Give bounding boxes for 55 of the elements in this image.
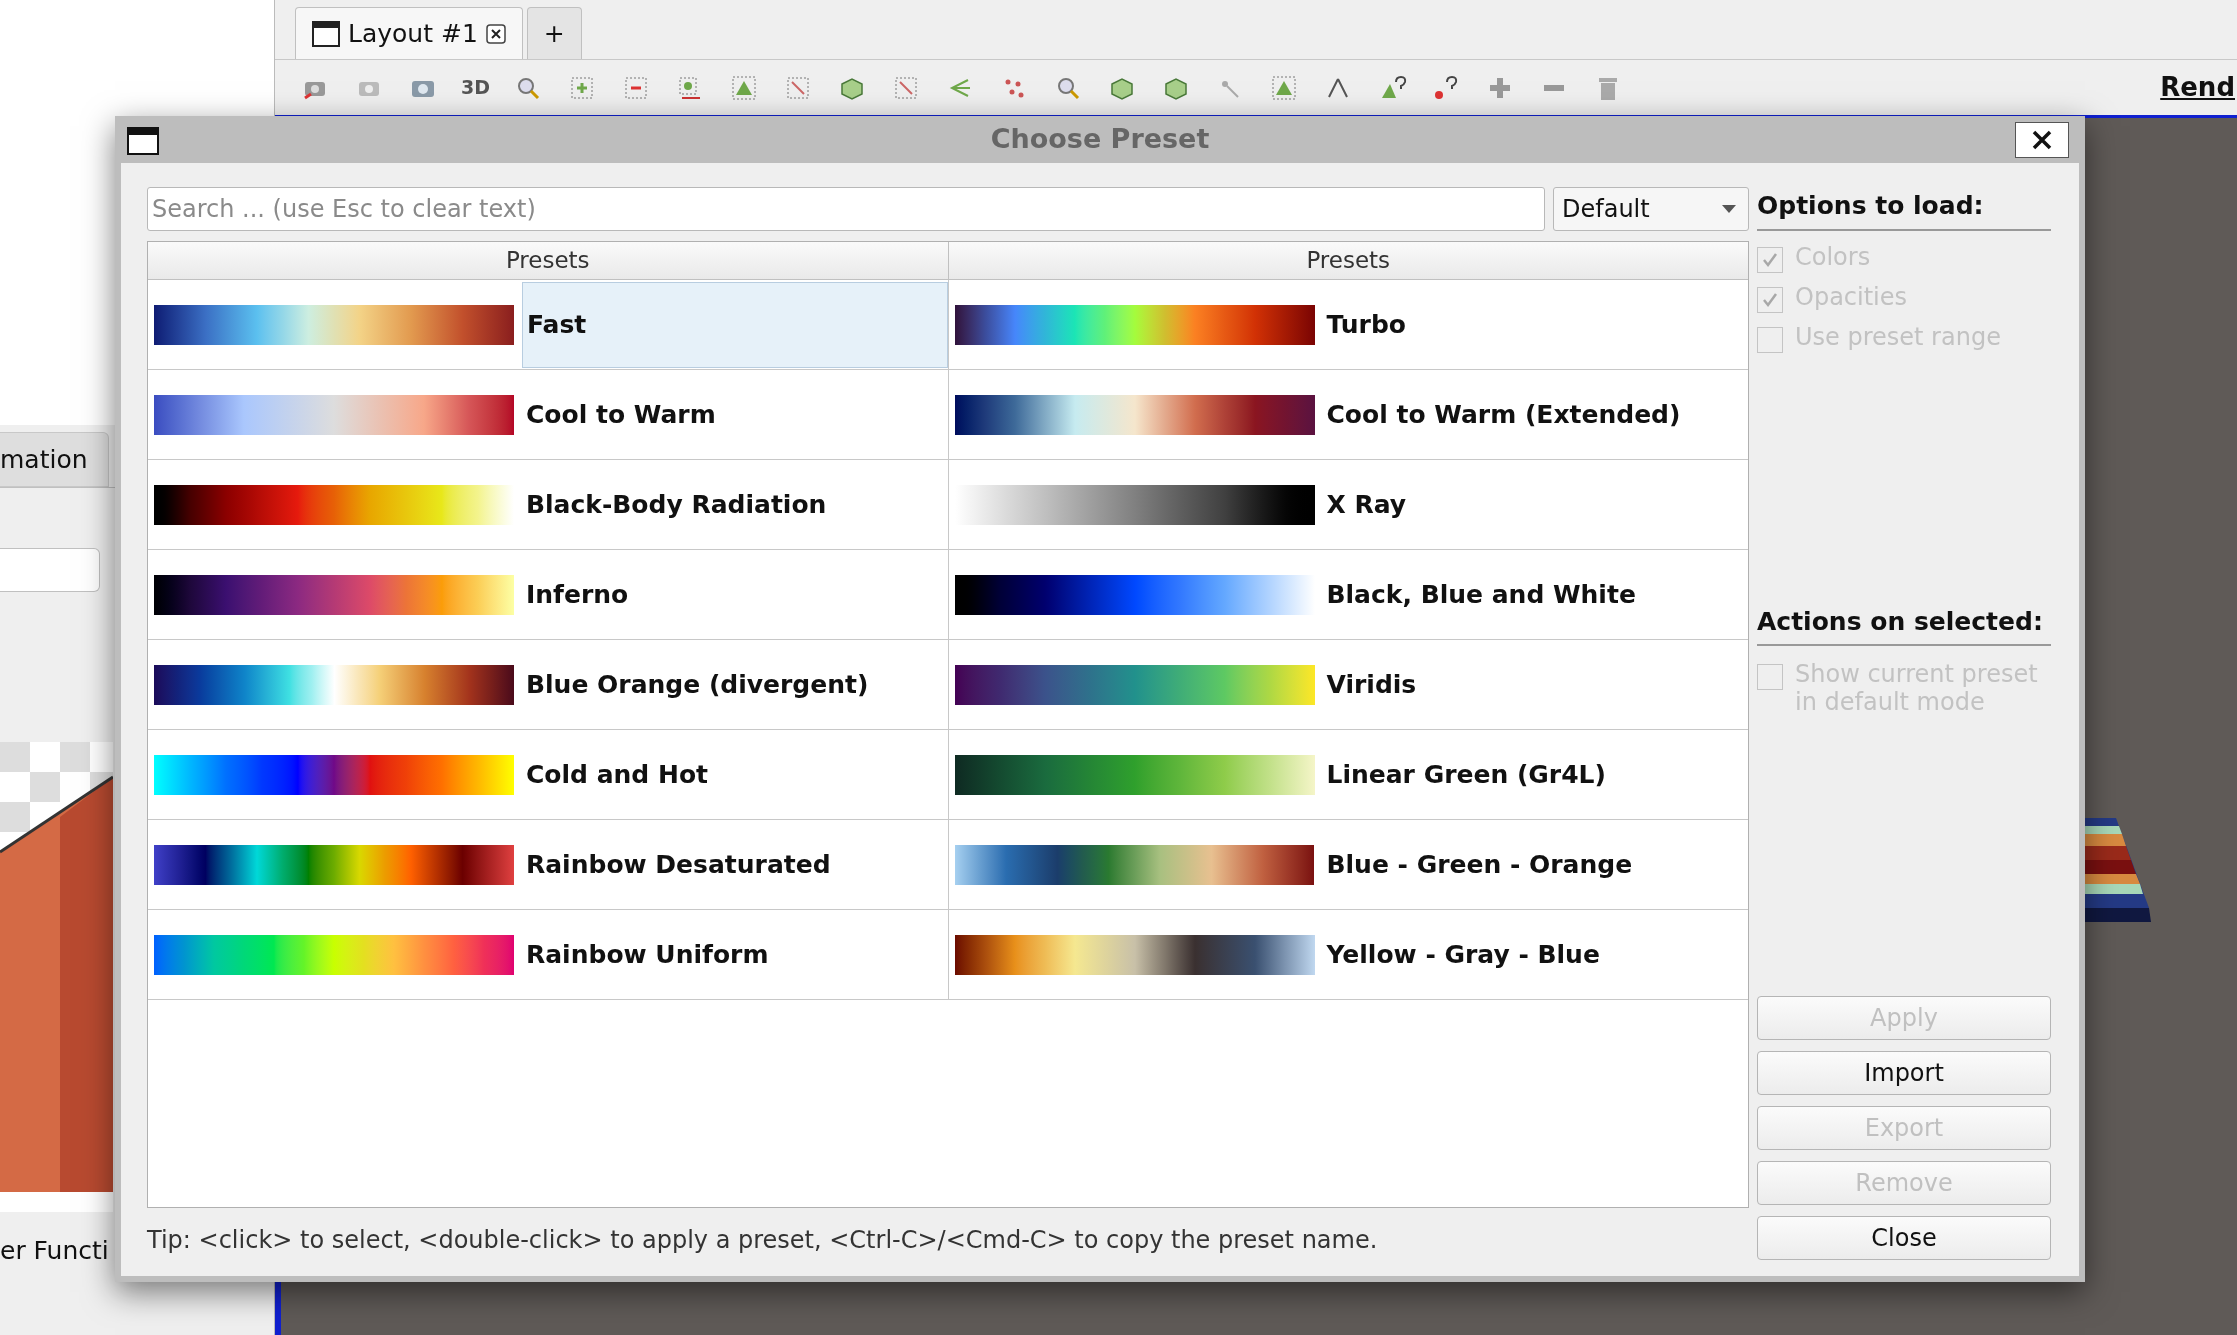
layout-tab[interactable]: +	[526, 7, 582, 59]
preset-name: Blue - Green - Orange	[1325, 848, 1634, 881]
panel-tab[interactable]: mation	[0, 431, 109, 487]
column-header[interactable]: Presets	[948, 242, 1748, 280]
preset-name: Cool to Warm	[525, 398, 717, 431]
preset-item[interactable]: Black-Body Radiation	[148, 460, 949, 549]
close-icon[interactable]	[485, 23, 506, 44]
preset-name: Cool to Warm (Extended)	[1325, 398, 1682, 431]
3d-toggle[interactable]: 3D	[461, 73, 490, 102]
preset-name: Rainbow Uniform	[525, 938, 770, 971]
preset-name: Yellow - Gray - Blue	[1325, 938, 1601, 971]
mode-dropdown[interactable]: Default	[1553, 187, 1749, 231]
layout-tab[interactable]: Layout #1	[295, 7, 523, 59]
dialog-button[interactable]: Import	[1757, 1051, 2051, 1095]
preset-name: Black, Blue and White	[1325, 578, 1637, 611]
preset-name: Rainbow Desaturated	[525, 848, 832, 881]
section-heading: Options to load:	[1757, 187, 2051, 231]
preset-item[interactable]: X Ray	[948, 460, 1748, 549]
preset-item[interactable]: Turbo	[948, 280, 1748, 369]
caret-icon	[1722, 205, 1736, 213]
section-heading: Actions on selected:	[1757, 602, 2051, 646]
column-header[interactable]: Presets	[148, 242, 949, 280]
preset-item[interactable]: Viridis	[948, 640, 1748, 729]
preset-item[interactable]: Fast	[148, 280, 949, 369]
text-field[interactable]	[0, 548, 100, 592]
preset-item[interactable]: Cold and Hot	[148, 730, 949, 819]
preset-name: X Ray	[1325, 488, 1408, 521]
preset-item[interactable]: Blue - Green - Orange	[948, 820, 1748, 909]
preset-item[interactable]: Black, Blue and White	[948, 550, 1748, 639]
preset-item[interactable]: Inferno	[148, 550, 949, 639]
preset-item[interactable]: Yellow - Gray - Blue	[948, 910, 1748, 999]
dialog-title: Choose Preset	[990, 122, 1210, 157]
render-link[interactable]: Rend	[2160, 68, 2235, 107]
tip-text: Tip: <click> to select, <double-click> to apply a preset, <Ctrl-C>/<Cmd-C> to copy the preset name.	[147, 1225, 1379, 1256]
preset-item[interactable]: Blue Orange (divergent)	[148, 640, 949, 729]
window-icon	[312, 20, 340, 47]
preset-name: Linear Green (Gr4L)	[1325, 758, 1607, 791]
preset-item[interactable]: Cool to Warm (Extended)	[948, 370, 1748, 459]
preset-item[interactable]: Cool to Warm	[148, 370, 949, 459]
dialog-button[interactable]: Close	[1757, 1216, 2051, 1260]
preset-name: Turbo	[1325, 308, 1407, 341]
preset-item[interactable]: Rainbow Uniform	[148, 910, 949, 999]
preset-item[interactable]: Linear Green (Gr4L)	[948, 730, 1748, 819]
close-icon	[2032, 130, 2052, 150]
preset-name: Viridis	[1325, 668, 1418, 701]
preset-name: Cold and Hot	[525, 758, 709, 791]
window-icon	[127, 127, 159, 155]
preset-name: Fast	[522, 281, 948, 368]
close-button[interactable]	[2015, 122, 2069, 158]
preset-item[interactable]: Rainbow Desaturated	[148, 820, 949, 909]
preset-name: Blue Orange (divergent)	[525, 668, 870, 701]
panel-label: er Functi	[0, 1235, 109, 1267]
preset-name: Black-Body Radiation	[525, 488, 828, 521]
preset-name: Inferno	[525, 578, 630, 611]
search-field[interactable]: Search ... (use Esc to clear text)	[147, 187, 1545, 231]
